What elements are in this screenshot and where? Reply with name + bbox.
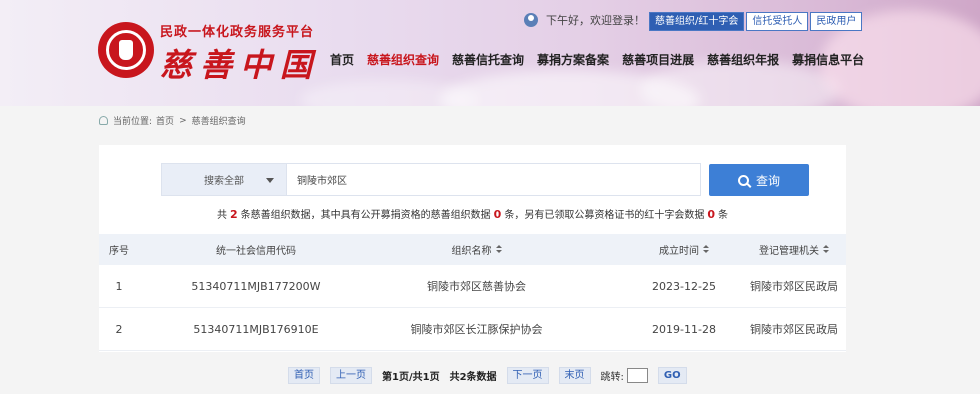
row-index: 1 — [115, 279, 123, 293]
nav-fundraising-filing[interactable]: 募捐方案备案 — [537, 51, 609, 68]
nav-project-progress[interactable]: 慈善项目进展 — [622, 51, 694, 68]
location-icon — [99, 116, 108, 125]
pagination: 首页 上一页 第1页/共1页 共2条数据 下一页 末页 跳转: GO — [288, 367, 687, 384]
logo-title[interactable]: 慈善中国 — [160, 40, 320, 86]
breadcrumb-home-link[interactable]: 首页 — [156, 114, 174, 127]
row-authority: 铜陵市郊区民政局 — [750, 323, 838, 336]
row-index: 2 — [115, 322, 123, 336]
sort-icon[interactable] — [823, 245, 829, 254]
nav-charity-trust-query[interactable]: 慈善信托查询 — [452, 51, 524, 68]
search-button[interactable]: 查询 — [709, 164, 809, 196]
query-panel: 搜索全部 查询 共2条慈善组织数据，其中具有公开募捐资格的慈善组织数据0条，另有… — [99, 145, 846, 352]
summary-text: 条慈善组织数据，其中具有公开募捐资格的慈善组织数据 — [240, 210, 491, 221]
next-page-button[interactable]: 下一页 — [506, 367, 549, 384]
row-authority: 铜陵市郊区民政局 — [750, 280, 838, 293]
search-icon — [737, 174, 749, 186]
go-button[interactable]: GO — [657, 367, 687, 384]
header-authority-label: 登记管理机关 — [759, 246, 819, 257]
role-tab-civil-user[interactable]: 民政用户 — [810, 12, 863, 31]
jump-label: 跳转: — [600, 372, 624, 383]
last-page-button[interactable]: 末页 — [558, 367, 591, 384]
greeting-text: 下午好，欢迎登录！ — [546, 14, 645, 27]
summary-redcross-count: 0 — [707, 208, 715, 221]
user-icon — [524, 13, 538, 27]
logo-emblem-icon[interactable] — [98, 22, 154, 78]
nav-fundraising-platform[interactable]: 募捐信息平台 — [792, 51, 864, 68]
role-tab-charity-org[interactable]: 慈善组织/红十字会 — [649, 12, 745, 31]
row-founded-date: 2023-12-25 — [652, 279, 716, 293]
breadcrumb: 当前位置: 首页 > 慈善组织查询 — [99, 114, 246, 127]
nav-annual-report[interactable]: 慈善组织年报 — [707, 51, 779, 68]
page-info: 第1页/共1页 — [382, 372, 440, 383]
header-org-name-label: 组织名称 — [451, 246, 492, 257]
chevron-down-icon — [266, 178, 274, 183]
logo-subtitle: 民政一体化政务服务平台 — [160, 25, 315, 40]
search-input[interactable] — [287, 163, 701, 196]
row-credit-code: 51340711MJB176910E — [193, 322, 319, 336]
breadcrumb-current: 慈善组织查询 — [191, 117, 246, 127]
table-header: 序号 统一社会信用代码 组织名称 成立时间 登记管理机关 — [99, 234, 846, 265]
breadcrumb-prefix: 当前位置: — [113, 117, 153, 127]
row-credit-code: 51340711MJB177200W — [191, 279, 321, 293]
summary-text: 共 — [217, 210, 228, 221]
site-header: 民政一体化政务服务平台 慈善中国 下午好，欢迎登录！ 慈善组织/红十字会 信托受… — [0, 0, 980, 106]
table-row[interactable]: 2 51340711MJB176910E 铜陵市郊区长江豚保护协会 2019-1… — [99, 308, 846, 351]
role-tab-trustee[interactable]: 信托受托人 — [746, 12, 809, 31]
search-scope-select[interactable]: 搜索全部 — [161, 163, 287, 196]
summary-total-count: 2 — [230, 208, 238, 221]
sort-icon[interactable] — [495, 245, 502, 254]
row-org-name[interactable]: 铜陵市郊区慈善协会 — [369, 265, 584, 307]
nav-home[interactable]: 首页 — [330, 51, 354, 68]
summary-public-count: 0 — [493, 208, 502, 221]
header-credit-code: 统一社会信用代码 — [216, 246, 296, 257]
prev-page-button[interactable]: 上一页 — [330, 367, 372, 384]
role-tabs: 慈善组织/红十字会 信托受托人 民政用户 — [649, 12, 863, 31]
header-founded-date-label: 成立时间 — [659, 246, 699, 257]
result-summary: 共 2 条慈善组织数据，其中具有公开募捐资格的慈善组织数据 0 条，另有已领取公募资格证… — [99, 206, 846, 221]
breadcrumb-separator: > — [179, 115, 187, 126]
header-founded-date[interactable]: 成立时间 — [629, 234, 739, 265]
jump-page-input[interactable] — [626, 368, 648, 383]
row-founded-date: 2019-11-28 — [652, 322, 716, 336]
user-greeting: 下午好，欢迎登录！ — [524, 12, 645, 28]
header-org-name[interactable]: 组织名称 — [369, 234, 584, 265]
nav-charity-org-query[interactable]: 慈善组织查询 — [367, 51, 439, 68]
table-row[interactable]: 1 51340711MJB177200W 铜陵市郊区慈善协会 2023-12-2… — [99, 265, 846, 308]
record-count: 共2条数据 — [449, 372, 497, 383]
first-page-button[interactable]: 首页 — [288, 367, 320, 384]
header-index: 序号 — [109, 246, 129, 257]
summary-text: 条 — [717, 210, 728, 221]
summary-text: 条，另有已领取公募资格证书的红十字会数据 — [504, 210, 705, 221]
header-authority[interactable]: 登记管理机关 — [747, 234, 841, 265]
search-button-label: 查询 — [755, 173, 780, 188]
main-nav: 首页 慈善组织查询 慈善信托查询 募捐方案备案 慈善项目进展 慈善组织年报 募捐… — [330, 51, 877, 68]
search-scope-label: 搜索全部 — [204, 176, 244, 187]
sort-icon[interactable] — [703, 245, 709, 254]
row-org-name[interactable]: 铜陵市郊区长江豚保护协会 — [369, 308, 584, 350]
